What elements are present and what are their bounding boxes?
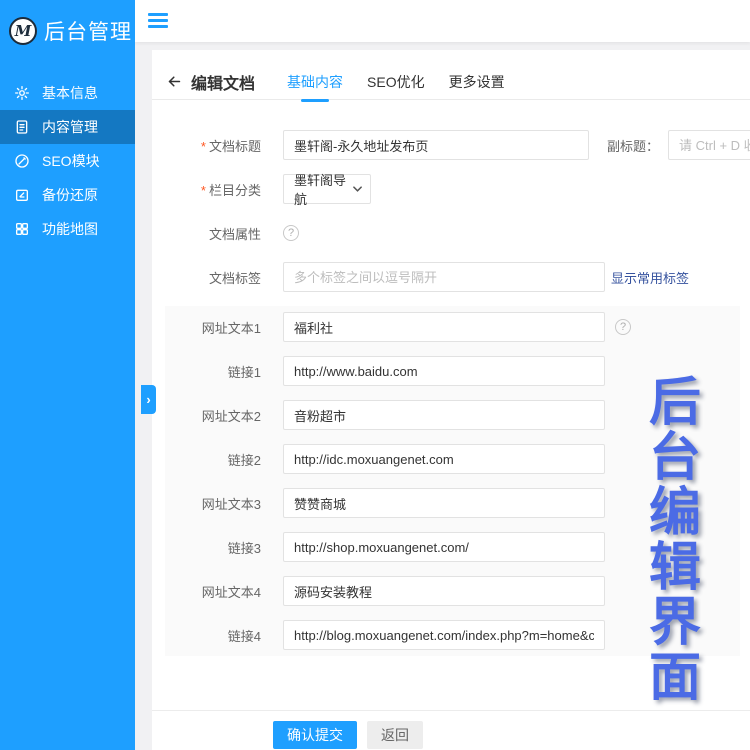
sidebar-item-label: 基本信息: [42, 83, 98, 103]
seo-pen-icon: [14, 153, 30, 169]
doc-title-label: *文档标题: [165, 136, 261, 155]
sidebar-item-label: SEO模块: [42, 151, 100, 171]
form-footer: 确认提交 返回: [152, 710, 750, 749]
chevron-right-icon: ›: [146, 392, 150, 407]
required-mark: *: [201, 183, 206, 198]
doc-tags-input[interactable]: [283, 262, 605, 292]
tab-basic-content[interactable]: 基础内容: [275, 72, 355, 92]
sidebar-item-label: 内容管理: [42, 117, 98, 137]
url-text-4-label: 网址文本4: [165, 582, 261, 601]
app-title: 后台管理: [44, 16, 132, 46]
url-text-2-input[interactable]: [283, 400, 605, 430]
doc-tags-row: 文档标签 显示常用标签: [165, 262, 750, 292]
doc-attr-label: 文档属性: [165, 224, 261, 243]
doc-title-input[interactable]: [283, 130, 589, 160]
doc-title-row: *文档标题 副标题：: [165, 130, 750, 160]
sidebar: M 后台管理 基本信息 内容管理 SEO模块 备份还原 功能地图: [0, 0, 135, 750]
app-logo: M 后台管理: [0, 0, 135, 62]
sidebar-item-label: 功能地图: [42, 219, 98, 239]
doc-attr-row: 文档属性 ?: [165, 218, 750, 248]
subtitle-input[interactable]: [668, 130, 750, 160]
url-text-4-input[interactable]: [283, 576, 605, 606]
tab-more-settings[interactable]: 更多设置: [437, 72, 517, 92]
backup-restore-icon: [14, 187, 30, 203]
link-1-row: 链接1: [165, 356, 740, 386]
back-button[interactable]: [166, 73, 183, 90]
category-select-value: 墨轩阁导航: [294, 170, 353, 208]
link-3-label: 链接3: [165, 538, 261, 557]
topbar: [135, 0, 750, 42]
edit-form: *文档标题 副标题： *栏目分类 墨轩阁导航 文档属性 ? 文档标签 显示常用标…: [152, 100, 750, 656]
return-button[interactable]: 返回: [367, 721, 423, 749]
sidebar-item-seo-module[interactable]: SEO模块: [0, 144, 135, 178]
subtitle-label: 副标题：: [607, 136, 659, 155]
show-common-tags-link[interactable]: 显示常用标签: [611, 268, 689, 287]
link-4-row: 链接4: [165, 620, 740, 650]
url-text-3-row: 网址文本3: [165, 488, 740, 518]
link-4-label: 链接4: [165, 626, 261, 645]
sidebar-menu: 基本信息 内容管理 SEO模块 备份还原 功能地图: [0, 76, 135, 246]
link-4-input[interactable]: [283, 620, 605, 650]
link-2-input[interactable]: [283, 444, 605, 474]
link-1-label: 链接1: [165, 362, 261, 381]
sidebar-item-backup-restore[interactable]: 备份还原: [0, 178, 135, 212]
help-icon[interactable]: ?: [283, 225, 299, 241]
link-3-input[interactable]: [283, 532, 605, 562]
link-2-label: 链接2: [165, 450, 261, 469]
logo-m-icon: M: [9, 17, 37, 45]
sidebar-item-basic-info[interactable]: 基本信息: [0, 76, 135, 110]
content-card: 编辑文档 基础内容 SEO优化 更多设置 *文档标题 副标题： *栏目分类 墨轩…: [152, 50, 750, 750]
url-text-1-label: 网址文本1: [165, 318, 261, 337]
url-fields-panel: 网址文本1 ? 链接1 网址文本2 链接2 网址文本3 链接3: [165, 306, 740, 656]
required-mark: *: [201, 139, 206, 154]
url-text-3-input[interactable]: [283, 488, 605, 518]
arrow-left-icon: [166, 73, 183, 90]
sidebar-item-label: 备份还原: [42, 185, 98, 205]
url-text-1-input[interactable]: [283, 312, 605, 342]
url-text-4-row: 网址文本4: [165, 576, 740, 606]
doc-tags-label: 文档标签: [165, 268, 261, 287]
hamburger-menu-icon[interactable]: [148, 13, 168, 31]
category-select[interactable]: 墨轩阁导航: [283, 174, 371, 204]
document-icon: [14, 119, 30, 135]
sidebar-collapse-handle[interactable]: ›: [141, 385, 156, 414]
gear-icon: [14, 85, 30, 101]
url-text-2-label: 网址文本2: [165, 406, 261, 425]
link-3-row: 链接3: [165, 532, 740, 562]
link-2-row: 链接2: [165, 444, 740, 474]
url-text-3-label: 网址文本3: [165, 494, 261, 513]
category-label: *栏目分类: [165, 180, 261, 199]
grid-map-icon: [14, 221, 30, 237]
tab-seo-optimization[interactable]: SEO优化: [355, 72, 437, 92]
page-title: 编辑文档: [191, 70, 255, 94]
help-icon[interactable]: ?: [615, 319, 631, 335]
url-text-1-row: 网址文本1 ?: [165, 312, 740, 342]
category-row: *栏目分类 墨轩阁导航: [165, 174, 750, 204]
submit-button[interactable]: 确认提交: [273, 721, 357, 749]
chevron-down-icon: [353, 186, 362, 192]
sidebar-item-content-management[interactable]: 内容管理: [0, 110, 135, 144]
sidebar-item-function-map[interactable]: 功能地图: [0, 212, 135, 246]
card-header: 编辑文档 基础内容 SEO优化 更多设置: [152, 50, 750, 100]
link-1-input[interactable]: [283, 356, 605, 386]
url-text-2-row: 网址文本2: [165, 400, 740, 430]
